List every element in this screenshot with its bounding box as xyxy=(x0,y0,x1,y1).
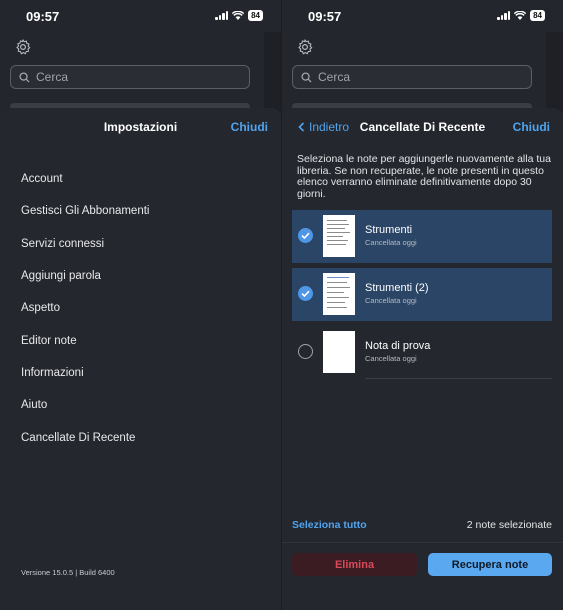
checkmark-icon[interactable] xyxy=(298,286,313,301)
battery-icon: 84 xyxy=(248,10,263,21)
gear-icon[interactable] xyxy=(14,38,32,56)
signal-icon xyxy=(215,11,229,20)
note-subtitle: Cancellata oggi xyxy=(365,296,417,305)
delete-button[interactable]: Elimina xyxy=(292,553,417,576)
close-button[interactable]: Chiudi xyxy=(231,120,268,134)
settings-item-add-word[interactable]: Aggiungi parola xyxy=(21,260,149,292)
status-bar: 09:57 84 xyxy=(0,0,281,32)
settings-sheet: Impostazioni Chiudi Account Gestisci Gli… xyxy=(0,108,281,610)
description-text: Seleziona le note per aggiungerle nuovam… xyxy=(297,153,551,200)
gear-icon[interactable] xyxy=(296,38,314,56)
select-all-button[interactable]: Seleziona tutto xyxy=(292,519,367,531)
settings-menu: Account Gestisci Gli Abbonamenti Servizi… xyxy=(21,163,149,454)
background-panel xyxy=(264,32,281,112)
note-thumbnail xyxy=(323,331,355,373)
search-placeholder: Cerca xyxy=(318,70,351,84)
recently-deleted-screen: 09:57 84 Cerca Indietro Cancellate Di Re… xyxy=(282,0,563,610)
note-title: Strumenti (2) xyxy=(365,282,429,294)
search-input[interactable]: Cerca xyxy=(10,65,250,89)
settings-item-account[interactable]: Account xyxy=(21,163,149,195)
settings-screen: 09:57 84 Cerca Impostazioni Chiudi Accou… xyxy=(0,0,281,610)
recover-notes-button[interactable]: Recupera note xyxy=(428,553,552,576)
unchecked-circle-icon[interactable] xyxy=(298,344,313,359)
deleted-notes-list: Strumenti Cancellata oggi Strumenti (2) … xyxy=(292,210,552,384)
divider xyxy=(365,378,552,379)
settings-item-note-editor[interactable]: Editor note xyxy=(21,324,149,356)
settings-item-help[interactable]: Aiuto xyxy=(21,389,149,421)
selection-bar: Seleziona tutto 2 note selezionate xyxy=(292,519,552,531)
background-panel xyxy=(546,32,563,112)
status-bar: 09:57 84 xyxy=(282,0,563,32)
close-button[interactable]: Chiudi xyxy=(513,120,550,134)
note-thumbnail xyxy=(323,215,355,257)
settings-item-connected-services[interactable]: Servizi connessi xyxy=(21,228,149,260)
recently-deleted-sheet: Indietro Cancellate Di Recente Chiudi Se… xyxy=(282,108,563,610)
note-row-nota-di-prova[interactable]: Nota di prova Cancellata oggi xyxy=(292,326,552,379)
note-subtitle: Cancellata oggi xyxy=(365,238,417,247)
version-label: Versione 15.0.5 | Build 6400 xyxy=(21,568,115,577)
sheet-header: Impostazioni Chiudi xyxy=(0,108,281,146)
battery-icon: 84 xyxy=(530,10,545,21)
search-icon xyxy=(301,71,312,83)
clock: 09:57 xyxy=(308,9,342,24)
note-row-strumenti-2[interactable]: Strumenti (2) Cancellata oggi xyxy=(292,268,552,321)
note-subtitle: Cancellata oggi xyxy=(365,354,417,363)
note-title: Strumenti xyxy=(365,224,413,236)
sheet-header: Indietro Cancellate Di Recente Chiudi xyxy=(282,108,563,146)
search-input[interactable]: Cerca xyxy=(292,65,532,89)
wifi-icon xyxy=(232,11,245,20)
settings-item-appearance[interactable]: Aspetto xyxy=(21,292,149,324)
note-title: Nota di prova xyxy=(365,340,431,352)
search-placeholder: Cerca xyxy=(36,70,69,84)
signal-icon xyxy=(497,11,511,20)
settings-item-info[interactable]: Informazioni xyxy=(21,357,149,389)
wifi-icon xyxy=(514,11,527,20)
note-thumbnail xyxy=(323,273,355,315)
clock: 09:57 xyxy=(26,9,60,24)
selection-count: 2 note selezionate xyxy=(466,519,552,531)
divider xyxy=(282,542,563,543)
search-icon xyxy=(19,71,30,83)
note-row-strumenti[interactable]: Strumenti Cancellata oggi xyxy=(292,210,552,263)
settings-item-subscriptions[interactable]: Gestisci Gli Abbonamenti xyxy=(21,195,149,227)
checkmark-icon[interactable] xyxy=(298,228,313,243)
settings-item-recently-deleted[interactable]: Cancellate Di Recente xyxy=(21,421,149,453)
